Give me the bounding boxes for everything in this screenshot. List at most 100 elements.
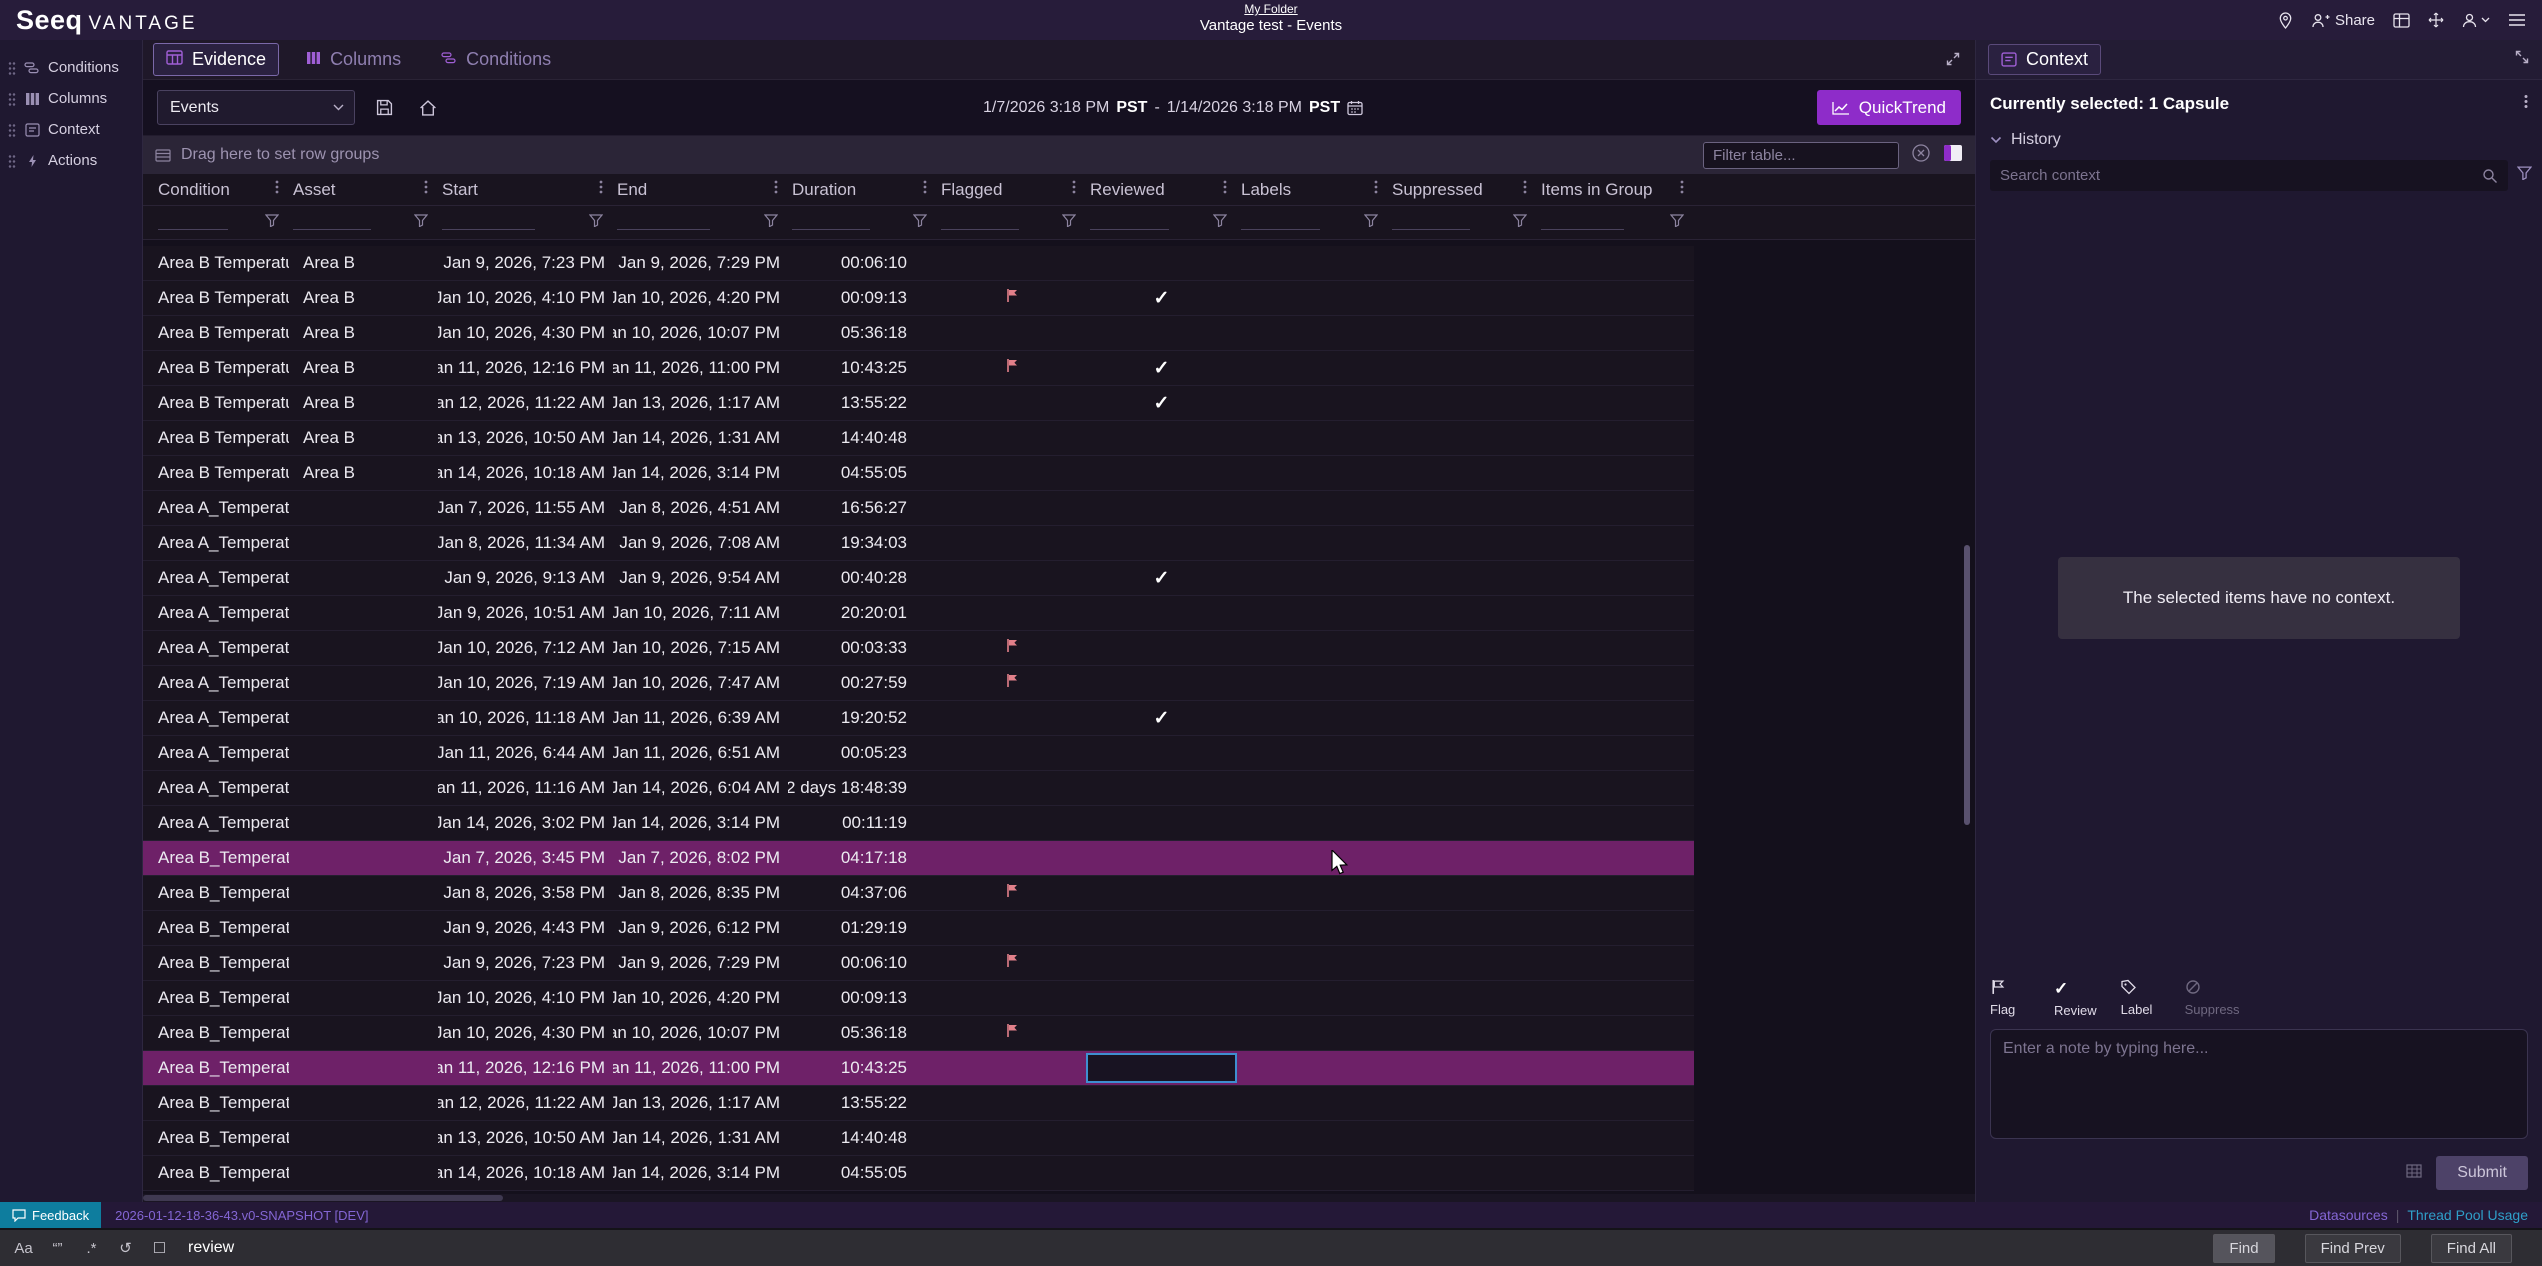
version-text[interactable]: 2026-01-12-18-36-43.v0-SNAPSHOT [DEV] — [115, 1208, 368, 1223]
context-search-box[interactable] — [1990, 160, 2508, 191]
table-row[interactable]: Area A_Temperature >...Jan 11, 2026, 11:… — [143, 771, 1694, 806]
table-row[interactable]: Area A_Temperature >...Jan 7, 2026, 11:5… — [143, 491, 1694, 526]
column-menu-icon[interactable] — [1223, 179, 1227, 200]
expand-icon[interactable] — [1945, 51, 1961, 72]
filter-input-line[interactable] — [941, 216, 1019, 230]
kebab-menu-icon[interactable] — [2524, 93, 2528, 115]
clear-filter-icon[interactable] — [1911, 143, 1931, 168]
scrollbar-thumb[interactable] — [143, 1195, 503, 1201]
filter-funnel-icon[interactable] — [913, 214, 927, 232]
tab-context[interactable]: Context — [1988, 44, 2101, 75]
find-all-button[interactable]: Find All — [2431, 1234, 2512, 1263]
column-menu-icon[interactable] — [1072, 179, 1076, 200]
table-row[interactable]: Area B Temperature > ...Area BJan 13, 20… — [143, 421, 1694, 456]
suppress-action-button[interactable]: Suppress — [2185, 979, 2240, 1018]
user-menu[interactable] — [2462, 13, 2490, 28]
datasources-link[interactable]: Datasources — [2309, 1207, 2388, 1223]
flag-action-button[interactable]: Flag — [1990, 979, 2030, 1018]
filter-input-line[interactable] — [1392, 216, 1470, 230]
column-menu-icon[interactable] — [599, 179, 603, 200]
column-menu-icon[interactable] — [923, 179, 927, 200]
share-button[interactable]: Share — [2311, 12, 2375, 29]
layout-panels-icon[interactable] — [2393, 13, 2410, 28]
column-menu-icon[interactable] — [1374, 179, 1378, 200]
column-header-flagged[interactable]: Flagged — [937, 174, 1086, 205]
context-filter-icon[interactable] — [2517, 166, 2532, 185]
filter-funnel-icon[interactable] — [414, 214, 428, 232]
filter-funnel-icon[interactable] — [265, 214, 279, 232]
column-filter-duration[interactable] — [788, 206, 937, 239]
regex-icon[interactable]: .* — [78, 1235, 105, 1262]
drag-handle-icon[interactable] — [8, 60, 16, 75]
find-prev-button[interactable]: Find Prev — [2305, 1234, 2401, 1263]
filter-funnel-icon[interactable] — [589, 214, 603, 232]
column-menu-icon[interactable] — [1680, 179, 1684, 200]
column-menu-icon[interactable] — [1523, 179, 1527, 200]
home-icon[interactable] — [413, 93, 443, 123]
table-row[interactable]: Area A_Temperature >...Jan 10, 2026, 7:1… — [143, 631, 1694, 666]
save-view-icon[interactable] — [369, 93, 399, 123]
drag-handle-icon[interactable] — [8, 153, 16, 168]
quicktrend-button[interactable]: QuickTrend — [1817, 90, 1961, 125]
filter-input-line[interactable] — [1090, 216, 1169, 230]
tab-evidence[interactable]: Evidence — [153, 43, 279, 76]
table-row[interactable]: Area A_Temperature >...Jan 10, 2026, 7:1… — [143, 666, 1694, 701]
table-row[interactable]: Area A_Temperature >...Jan 14, 2026, 3:0… — [143, 806, 1694, 841]
table-row[interactable]: Area B Temperature > ...Area BJan 9, 202… — [143, 246, 1694, 281]
filter-input-line[interactable] — [1541, 216, 1624, 230]
history-icon[interactable]: ↺ — [112, 1235, 139, 1262]
thread-pool-link[interactable]: Thread Pool Usage — [2407, 1207, 2528, 1223]
tab-columns[interactable]: Columns — [293, 43, 414, 76]
column-menu-icon[interactable] — [774, 179, 778, 200]
label-action-button[interactable]: Label — [2121, 979, 2161, 1018]
selection-box-icon[interactable]: ☐ — [146, 1235, 173, 1262]
sidebar-item-conditions[interactable]: Conditions — [0, 52, 142, 83]
row-group-bar[interactable]: Drag here to set row groups — [143, 136, 1975, 174]
table-row[interactable]: Area B_Temperature ...Jan 9, 2026, 7:23 … — [143, 946, 1694, 981]
filter-funnel-icon[interactable] — [1670, 214, 1684, 232]
column-filter-flagged[interactable] — [937, 206, 1086, 239]
scrollbar-thumb[interactable] — [1964, 545, 1970, 825]
collapse-panel-icon[interactable] — [2514, 49, 2530, 70]
column-filter-reviewed[interactable] — [1086, 206, 1237, 239]
table-row[interactable]: Area A_Temperature >...Jan 8, 2026, 11:3… — [143, 526, 1694, 561]
table-row[interactable]: Area A_Temperature >...Jan 10, 2026, 11:… — [143, 701, 1694, 736]
vertical-scrollbar[interactable] — [1964, 240, 1970, 1194]
history-section-toggle[interactable]: History — [1976, 124, 2542, 156]
sidebar-item-context[interactable]: Context — [0, 114, 142, 145]
match-quotes-icon[interactable]: “” — [44, 1235, 71, 1262]
panel-toggle-icon[interactable] — [1943, 144, 1963, 167]
calendar-icon[interactable] — [1347, 100, 1363, 116]
view-select[interactable]: Events — [157, 90, 355, 125]
column-filter-items-in-group[interactable] — [1537, 206, 1694, 239]
column-header-start[interactable]: Start — [438, 174, 613, 205]
column-header-items-in-group[interactable]: Items in Group — [1537, 174, 1694, 205]
access-pin-icon[interactable] — [2278, 12, 2293, 29]
column-header-end[interactable]: End — [613, 174, 788, 205]
table-row[interactable]: Area B Temperature > ...Area BJan 14, 20… — [143, 456, 1694, 491]
table-row[interactable]: Area A_Temperature >...Jan 9, 2026, 10:5… — [143, 596, 1694, 631]
table-row[interactable]: Area B_Temperature ...Jan 10, 2026, 4:10… — [143, 981, 1694, 1016]
match-case-icon[interactable]: Aa — [10, 1235, 37, 1262]
filter-funnel-icon[interactable] — [1513, 214, 1527, 232]
column-menu-icon[interactable] — [275, 179, 279, 200]
review-action-button[interactable]: ✓Review — [2054, 979, 2097, 1018]
table-row[interactable]: Area B_Temperature ...Jan 7, 2026, 3:45 … — [143, 841, 1694, 876]
drag-handle-icon[interactable] — [8, 122, 16, 137]
filter-input-line[interactable] — [1241, 216, 1320, 230]
sidebar-item-columns[interactable]: Columns — [0, 83, 142, 114]
filter-funnel-icon[interactable] — [764, 214, 778, 232]
table-row[interactable]: Area B_Temperature ...Jan 8, 2026, 3:58 … — [143, 876, 1694, 911]
column-filter-condition[interactable] — [154, 206, 289, 239]
table-row[interactable]: Area B_Temperature ...Jan 14, 2026, 10:1… — [143, 1156, 1694, 1191]
column-header-condition[interactable]: Condition — [154, 174, 289, 205]
table-row[interactable]: Area B Temperature > ...Area BJan 12, 20… — [143, 386, 1694, 421]
column-filter-asset[interactable] — [289, 206, 438, 239]
filter-table-input[interactable] — [1703, 142, 1899, 169]
context-search-input[interactable] — [2000, 167, 2482, 184]
table-row[interactable]: Area A_Temperature >...Jan 9, 2026, 9:13… — [143, 561, 1694, 596]
filter-funnel-icon[interactable] — [1213, 214, 1227, 232]
hamburger-menu-icon[interactable] — [2508, 13, 2526, 27]
table-format-icon[interactable] — [2406, 1164, 2422, 1183]
date-range-display[interactable]: 1/7/2026 3:18 PM PST - 1/14/2026 3:18 PM… — [983, 99, 1363, 117]
